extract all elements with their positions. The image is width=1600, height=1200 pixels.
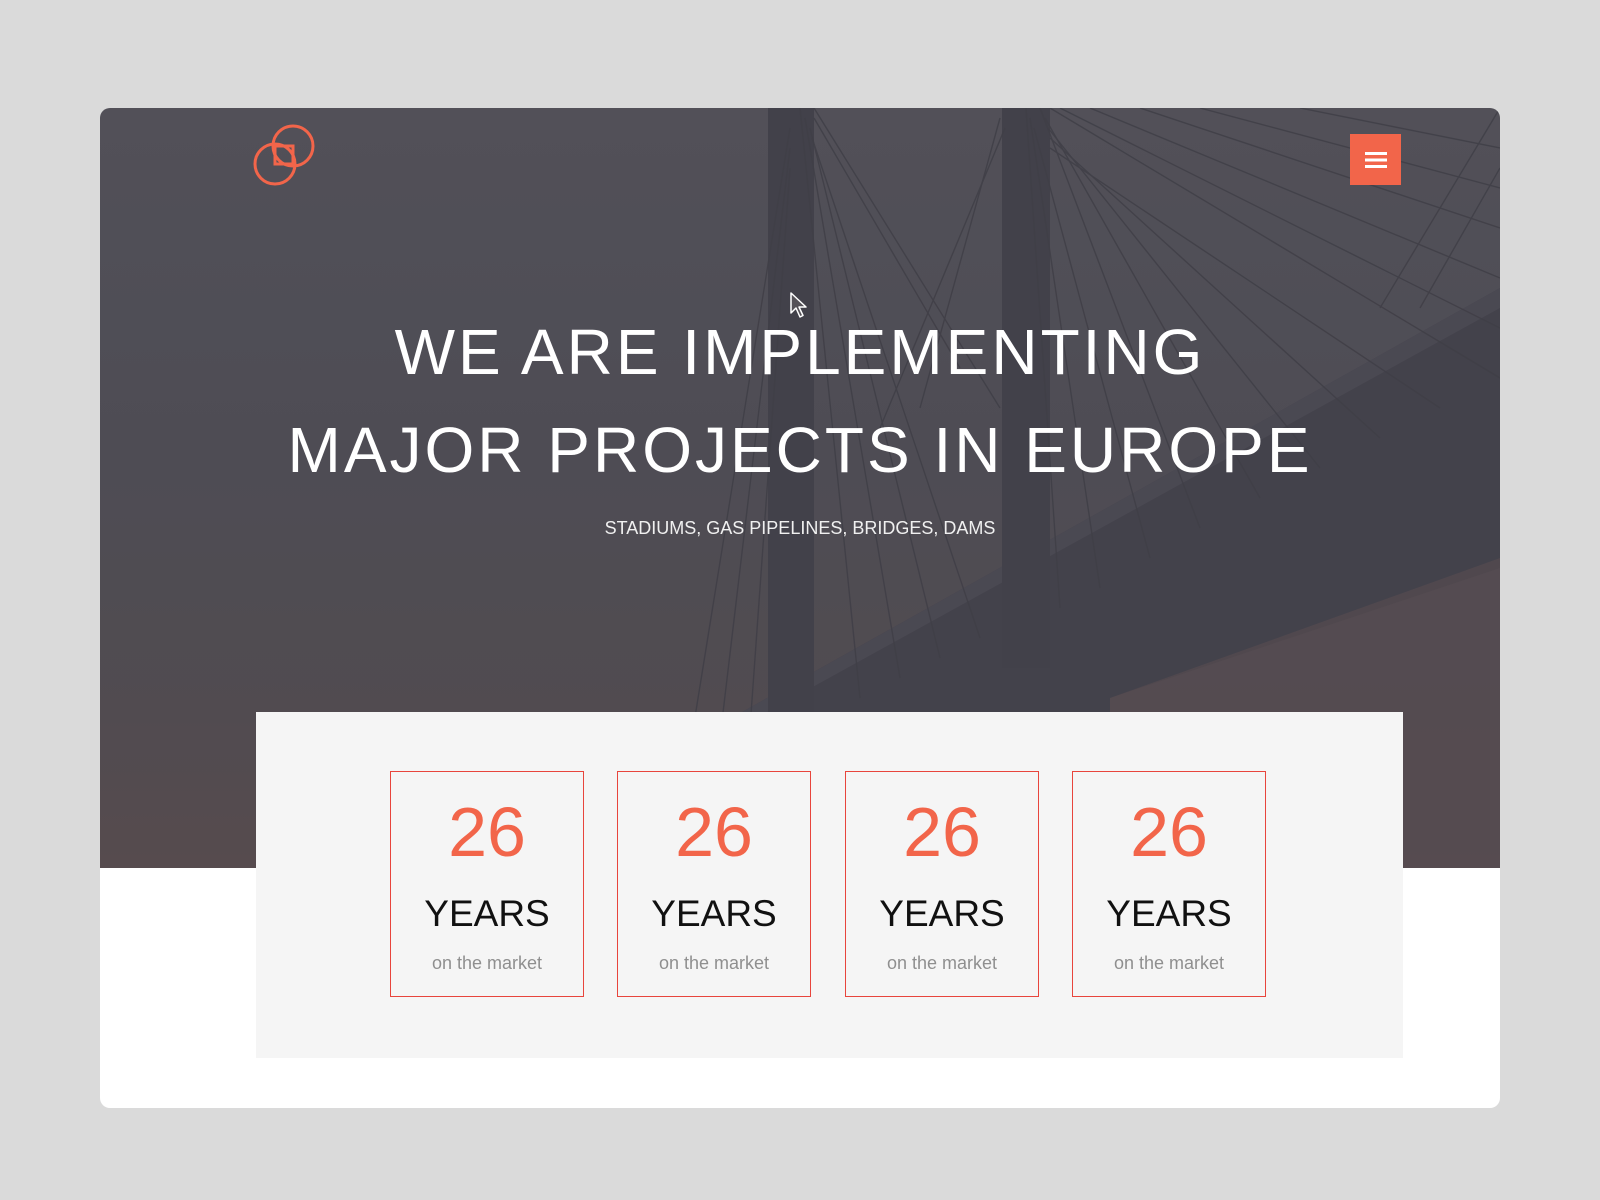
- stat-number: 26: [903, 793, 981, 871]
- stat-unit: YEARS: [651, 893, 777, 934]
- hero-subtitle: STADIUMS, GAS PIPELINES, BRIDGES, DAMS: [604, 518, 996, 538]
- stat-unit: YEARS: [879, 893, 1005, 934]
- hamburger-menu-icon: [1364, 151, 1387, 168]
- stat-unit: YEARS: [424, 893, 550, 934]
- stat-number: 26: [675, 793, 753, 871]
- interlocking-rings-logo[interactable]: [253, 124, 317, 188]
- browser-viewport: WE ARE IMPLEMENTING MAJOR PROJECTS IN EU…: [100, 108, 1500, 1108]
- stat-caption: on the market: [431, 953, 543, 973]
- hero-headline-line2: MAJOR PROJECTS IN EUROPE: [287, 414, 1313, 486]
- stat-caption: on the market: [1113, 953, 1225, 973]
- stat-card: 26 YEARS on the market: [617, 771, 811, 997]
- stat-card: 26 YEARS on the market: [390, 771, 584, 997]
- stats-panel: 26 YEARS on the market 26 YEARS on the m…: [256, 712, 1403, 1058]
- menu-button[interactable]: [1350, 134, 1401, 185]
- stat-caption: on the market: [886, 953, 998, 973]
- stat-card: 26 YEARS on the market: [845, 771, 1039, 997]
- stat-number: 26: [448, 793, 526, 871]
- mouse-pointer-icon: [790, 292, 807, 318]
- stat-caption: on the market: [658, 953, 770, 973]
- hero-headline: WE ARE IMPLEMENTING MAJOR PROJECTS IN EU…: [100, 303, 1500, 499]
- stat-number: 26: [1130, 793, 1208, 871]
- stat-card: 26 YEARS on the market: [1072, 771, 1266, 997]
- stat-unit: YEARS: [1106, 893, 1232, 934]
